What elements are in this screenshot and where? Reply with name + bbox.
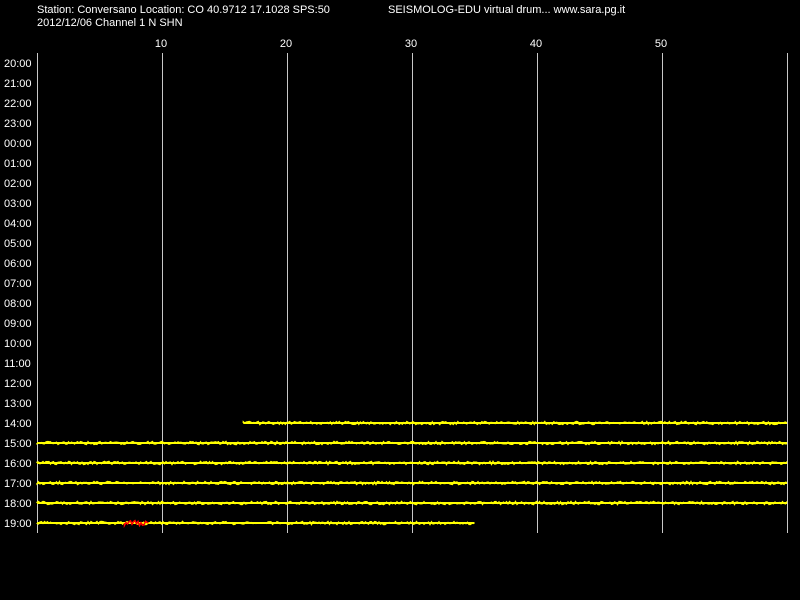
hour-label: 23:00: [4, 118, 32, 130]
hour-label: 06:00: [4, 258, 32, 270]
hour-label: 03:00: [4, 198, 32, 210]
hour-label: 09:00: [4, 318, 32, 330]
hour-label: 15:00: [4, 438, 32, 450]
grid-lines: [38, 53, 788, 533]
hour-label: 02:00: [4, 178, 32, 190]
x-tick-label: 40: [530, 38, 542, 50]
hour-label: 22:00: [4, 98, 32, 110]
hour-label: 08:00: [4, 298, 32, 310]
hour-label: 07:00: [4, 278, 32, 290]
hour-label: 12:00: [4, 378, 32, 390]
hour-label: 19:00: [4, 518, 32, 530]
hour-label: 21:00: [4, 78, 32, 90]
hour-label: 16:00: [4, 458, 32, 470]
hour-label: 10:00: [4, 338, 32, 350]
seismogram-drum-chart: 10 20 30 40 50 20:00 21:00 22:00 23:00 00:00 01:0…: [0, 0, 800, 600]
x-tick-label: 50: [655, 38, 667, 50]
x-tick-label: 20: [280, 38, 292, 50]
hour-label: 17:00: [4, 478, 32, 490]
x-axis-ticks: 10 20 30 40 50: [155, 38, 667, 50]
hour-label: 11:00: [4, 358, 31, 370]
x-tick-label: 10: [155, 38, 167, 50]
hour-label: 14:00: [4, 418, 32, 430]
hour-label: 13:00: [4, 398, 32, 410]
hour-label: 01:00: [4, 158, 32, 170]
hour-label: 05:00: [4, 238, 32, 250]
hour-label: 18:00: [4, 498, 32, 510]
hour-label: 04:00: [4, 218, 32, 230]
hour-label: 20:00: [4, 58, 32, 70]
hour-labels: 20:00 21:00 22:00 23:00 00:00 01:00 02:00 03:00…: [4, 58, 32, 530]
x-tick-label: 30: [405, 38, 417, 50]
hour-label: 00:00: [4, 138, 32, 150]
